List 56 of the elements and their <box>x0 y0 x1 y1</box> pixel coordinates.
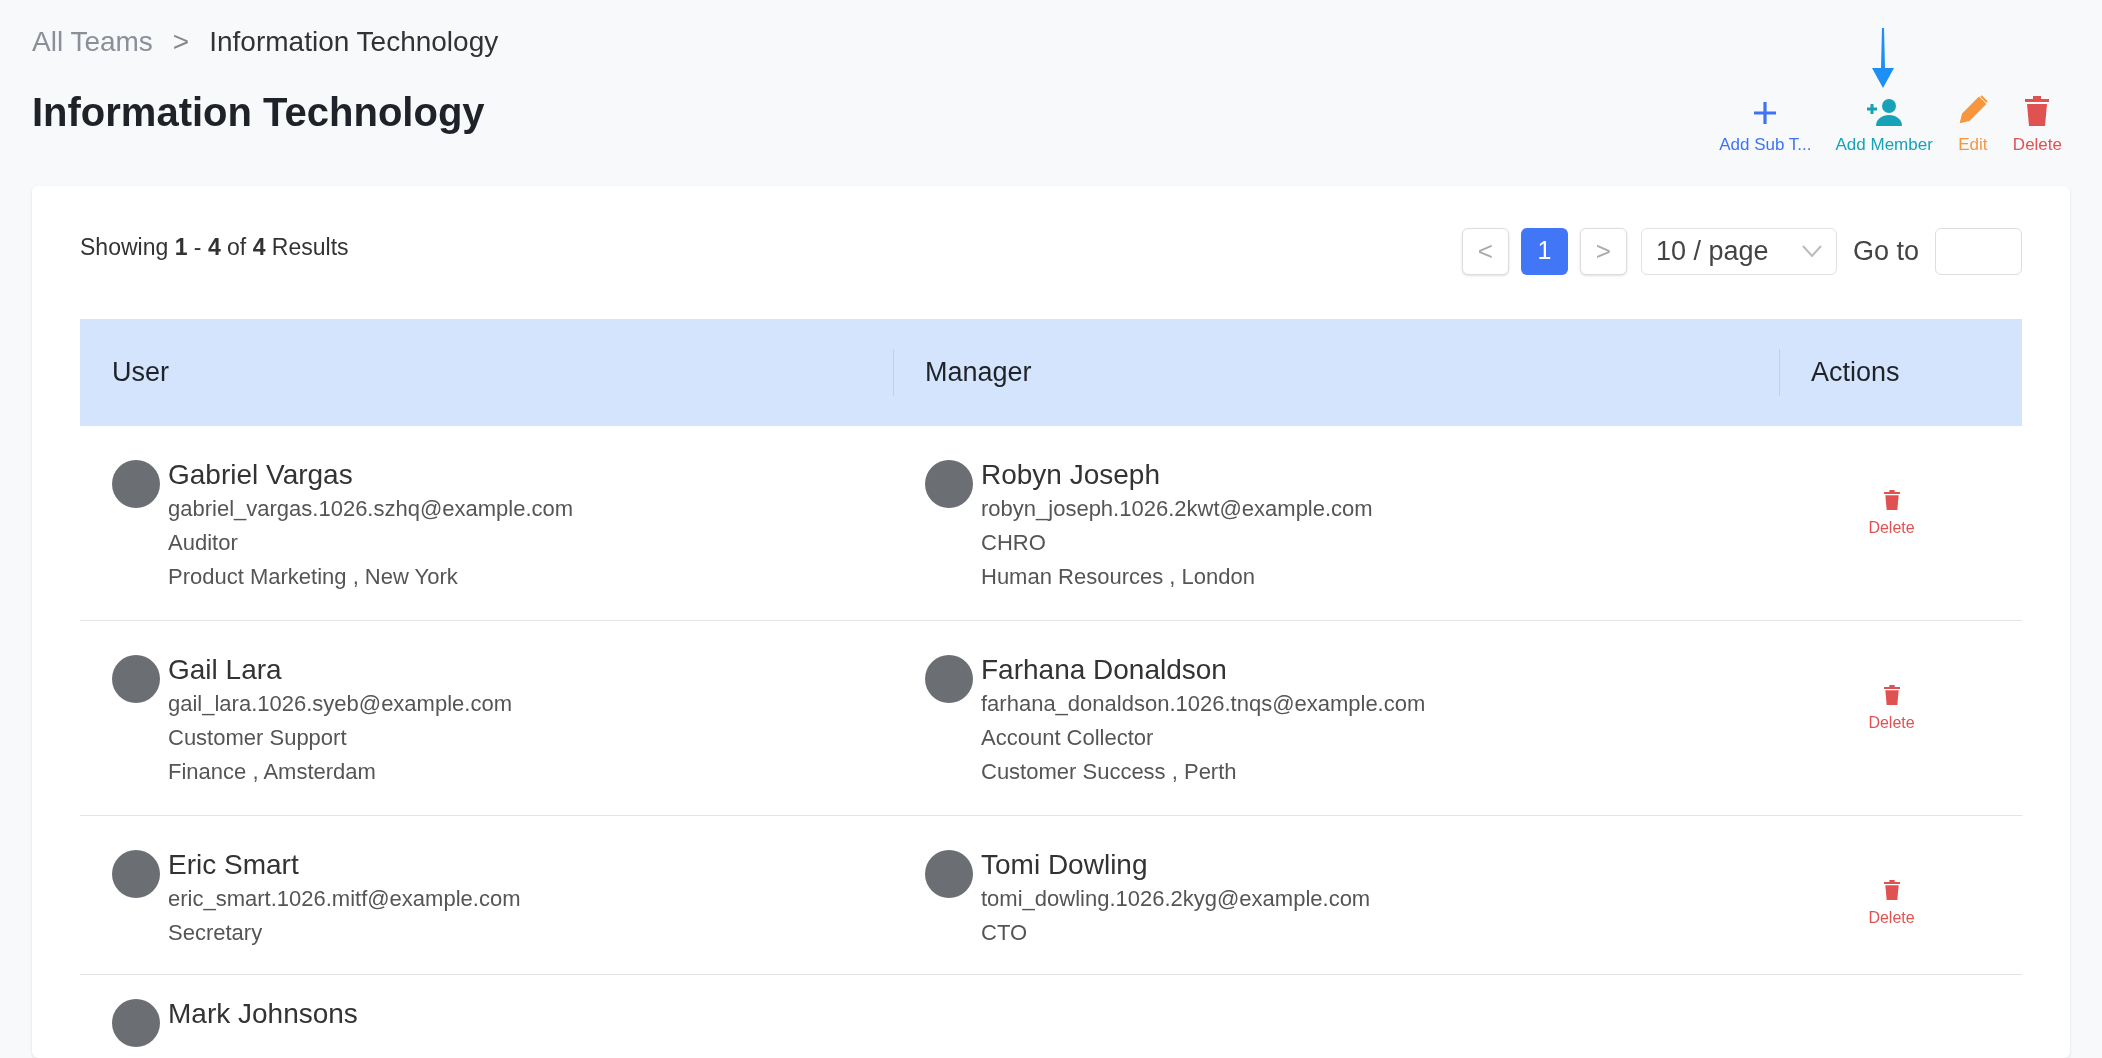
breadcrumb-link[interactable]: Information Technology <box>209 21 499 63</box>
department-location: Product Marketing , New York <box>168 562 459 591</box>
job-title: Account Collector <box>981 723 1155 752</box>
page-title: Information Technology <box>32 89 485 136</box>
department-location: Human Resources , London <box>981 562 1256 591</box>
breadcrumb-link[interactable]: All Teams <box>32 21 153 63</box>
chevron-down-icon <box>1801 245 1822 257</box>
delete-button[interactable]: Delete <box>2012 96 2062 158</box>
plus-icon <box>1752 100 1779 126</box>
next-page-button[interactable]: > <box>1579 227 1627 275</box>
trash-icon <box>2024 96 2051 126</box>
delete-button[interactable]: Delete <box>1868 684 1915 735</box>
avatar <box>112 849 160 898</box>
email-text: farhana_donaldson.1026.tnqs@example.com <box>981 689 1426 718</box>
person-name: Mark Johnsons <box>168 996 358 1031</box>
person-name: Gabriel Vargas <box>168 457 354 492</box>
job-title: Auditor <box>168 528 239 557</box>
annotation-arrow <box>1869 28 1896 88</box>
results-summary: Showing 1 - 4 of 4 Results <box>80 232 349 262</box>
job-title: CTO <box>981 918 1029 947</box>
delete-button[interactable]: Delete <box>1868 489 1915 540</box>
job-title: Secretary <box>168 918 264 947</box>
goto-input[interactable] <box>1935 227 2022 275</box>
person-name: Tomi Dowling <box>981 847 1149 882</box>
email-text: eric_smart.1026.mitf@example.com <box>168 884 521 913</box>
edit-button[interactable]: Edit <box>1956 94 1989 158</box>
person-name: Robyn Joseph <box>981 457 1161 492</box>
avatar <box>112 459 160 508</box>
add-member-button[interactable]: Add Member <box>1835 98 1933 158</box>
job-title: CHRO <box>981 528 1047 557</box>
job-title: Customer Support <box>168 723 348 752</box>
email-text: robyn_joseph.1026.2kwt@example.com <box>981 494 1373 523</box>
delete-button[interactable]: Delete <box>1868 879 1915 930</box>
add-user-icon <box>1865 98 1904 126</box>
page-size-select[interactable]: 10 / page <box>1640 227 1837 275</box>
avatar <box>925 849 973 898</box>
person-name: Eric Smart <box>168 847 300 882</box>
email-text: tomi_dowling.1026.2kyg@example.com <box>981 884 1371 913</box>
page-button[interactable]: 1 <box>1520 227 1568 275</box>
column-header: User <box>112 355 169 389</box>
add-button[interactable]: Add Sub T... <box>1719 100 1812 158</box>
breadcrumb-separator: > <box>171 25 191 59</box>
avatar <box>925 654 973 703</box>
goto-label: Go to <box>1852 234 1919 268</box>
email-text: gabriel_vargas.1026.szhq@example.com <box>168 494 574 523</box>
column-header: Actions <box>1811 355 1900 389</box>
person-name: Farhana Donaldson <box>981 652 1228 687</box>
previous-page-button[interactable]: < <box>1461 227 1509 275</box>
avatar <box>925 459 973 508</box>
column-header: Manager <box>925 355 1032 389</box>
avatar <box>112 998 160 1047</box>
department-location: Finance , Amsterdam <box>168 757 377 786</box>
avatar <box>112 654 160 703</box>
department-location: Customer Success , Perth <box>981 757 1238 786</box>
email-text: gail_lara.1026.syeb@example.com <box>168 689 512 718</box>
person-name: Gail Lara <box>168 652 283 687</box>
